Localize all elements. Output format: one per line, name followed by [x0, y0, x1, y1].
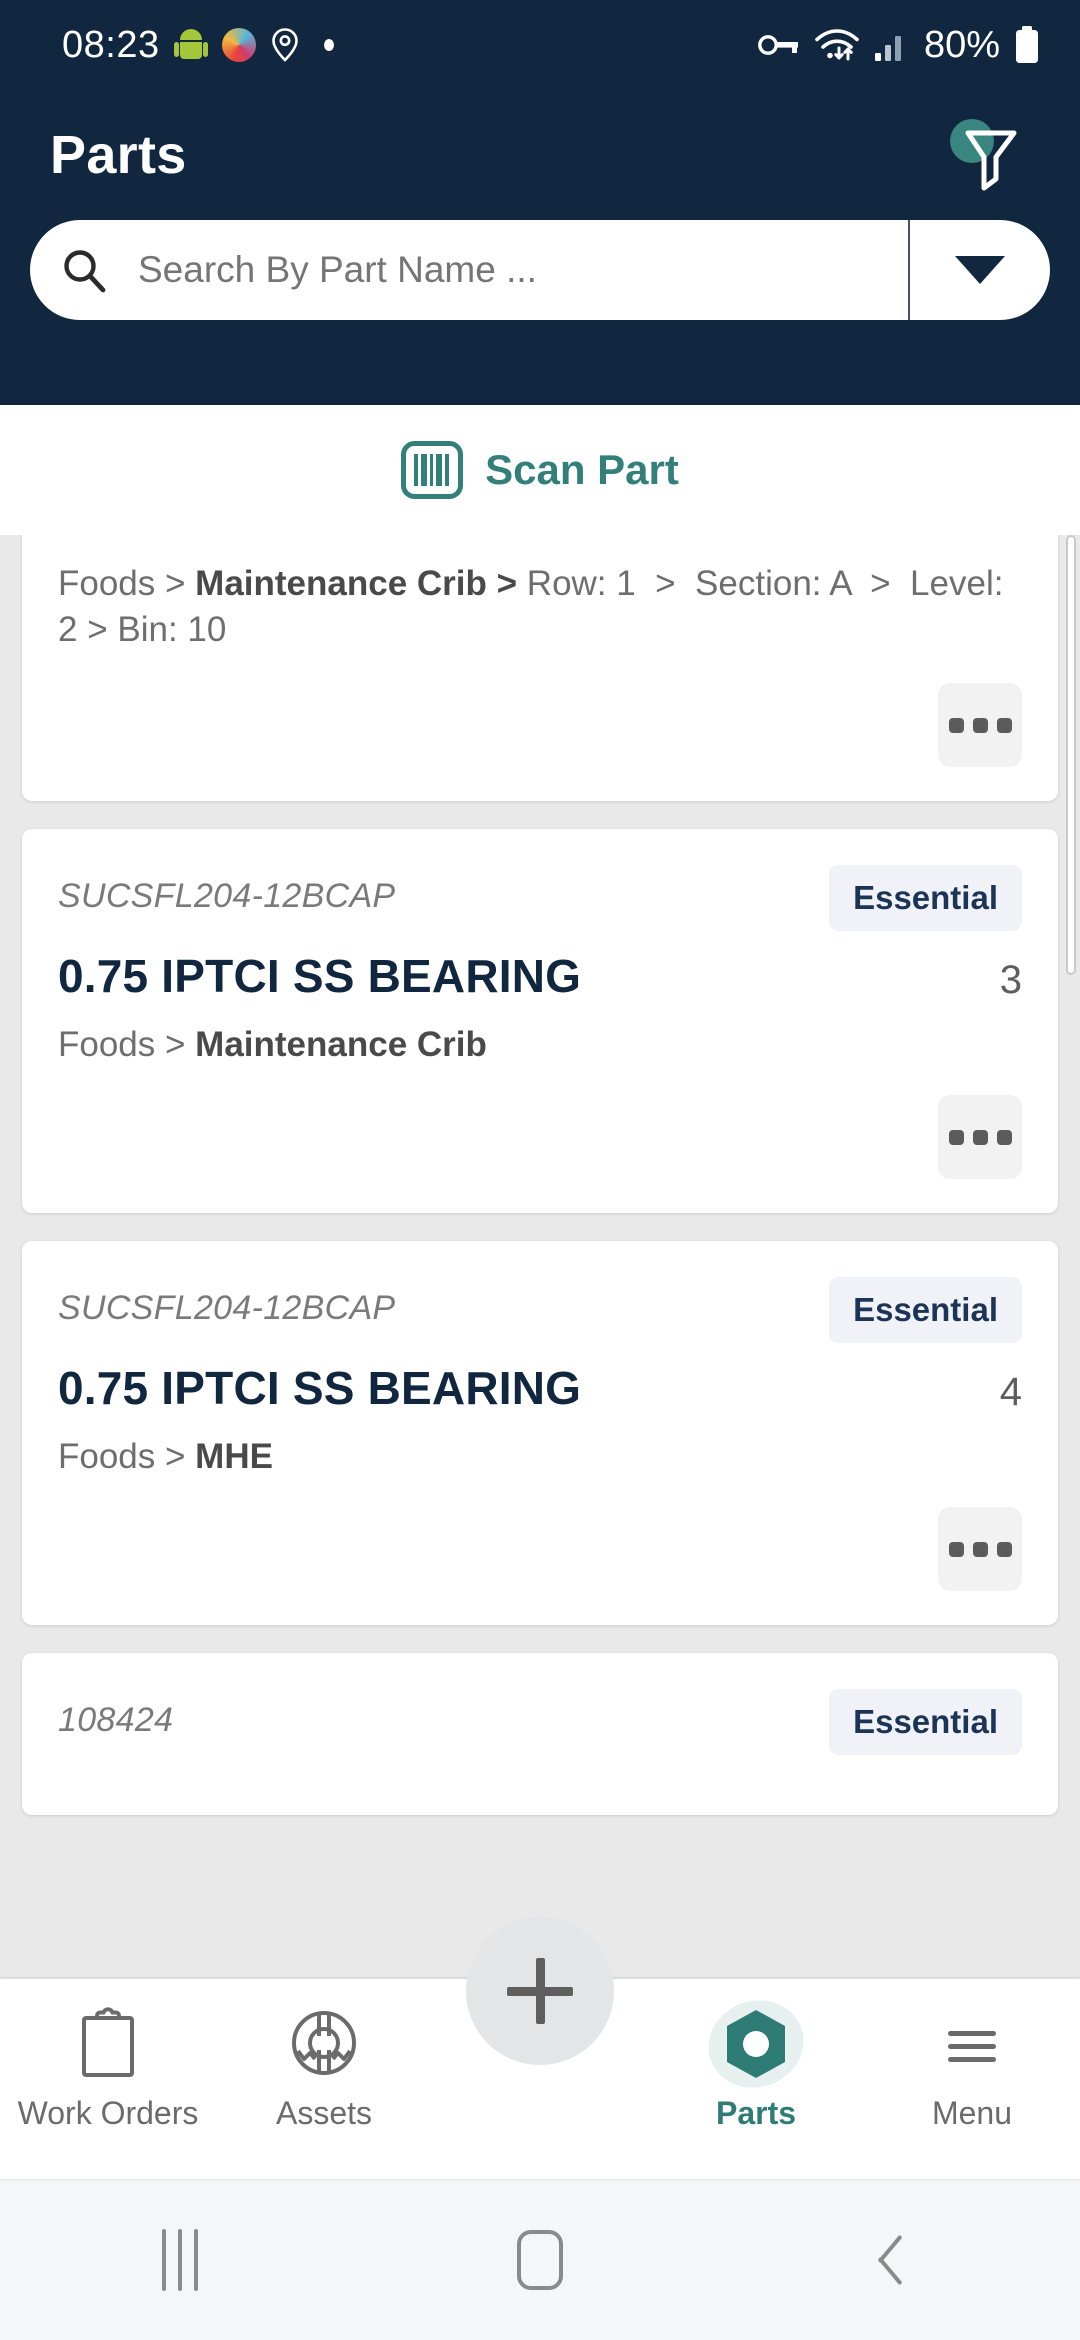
location-pin-icon [271, 28, 298, 62]
part-location-prefix: Foods > [58, 1025, 196, 1065]
part-card[interactable]: SUCSFL204-12BCAP Essential 0.75 IPTCI SS… [22, 1241, 1058, 1626]
android-system-navigation [0, 2179, 1080, 2340]
status-bar-clock: 08:23 [62, 23, 160, 66]
part-sku: 108424 [58, 1701, 174, 1740]
part-location-breadcrumb: Foods > Maintenance Crib > Row: 1 > Sect… [58, 564, 1004, 650]
chevron-down-icon [955, 256, 1005, 284]
battery-icon [1014, 26, 1040, 64]
part-sku: SUCSFL204-12BCAP [58, 877, 396, 916]
part-location-prefix: Foods > [58, 1437, 196, 1477]
part-location: Foods > MHE [58, 1437, 1022, 1477]
app-screen: 08:23 80% Parts Search By Part Name ... … [0, 0, 1080, 2340]
back-icon[interactable] [820, 2180, 980, 2340]
scan-part-button[interactable]: Scan Part [0, 405, 1080, 535]
part-location-bold: Maintenance Crib [195, 1025, 487, 1065]
nav-label: Work Orders [17, 2095, 199, 2131]
header-title-row: Parts [0, 90, 1080, 220]
battery-percent-label: 80% [923, 23, 1000, 66]
clipboard-icon [75, 2007, 141, 2081]
filter-button[interactable] [946, 117, 1032, 193]
part-quantity: 3 [999, 958, 1022, 1003]
nav-item-assets[interactable]: Assets [216, 1979, 432, 2132]
nav-item-parts[interactable]: Parts [648, 1979, 864, 2132]
recents-icon[interactable] [100, 2180, 260, 2340]
status-badge: Essential [829, 1277, 1022, 1344]
part-quantity: 4 [999, 1370, 1022, 1415]
more-horizontal-icon[interactable] [938, 1507, 1022, 1592]
status-bar-left: 08:23 [62, 24, 334, 67]
dot-icon [323, 39, 334, 51]
home-icon[interactable] [460, 2180, 620, 2340]
scan-part-label: Scan Part [485, 446, 679, 493]
more-horizontal-icon[interactable] [938, 1095, 1022, 1180]
hamburger-menu-icon [938, 2007, 1006, 2081]
search-icon [30, 247, 138, 293]
nav-label: Assets [275, 2095, 373, 2131]
android-robot-icon [173, 29, 208, 61]
nav-item-work-orders[interactable]: Work Orders [0, 1979, 216, 2132]
search-bar[interactable] [30, 220, 1050, 320]
status-badge: Essential [829, 865, 1022, 932]
add-button[interactable] [466, 1917, 614, 2065]
part-sku: SUCSFL204-12BCAP [58, 1289, 396, 1328]
part-name: 0.75 IPTCI SS BEARING [58, 1362, 582, 1415]
page-title: Parts [50, 125, 187, 185]
app-header: 08:23 80% Parts Search By Part Name ... [0, 0, 1080, 405]
parts-list[interactable]: Foods > Maintenance Crib > Row: 1 > Sect… [0, 535, 1080, 1979]
part-location-bold: MHE [195, 1437, 273, 1477]
part-card[interactable]: Foods > Maintenance Crib > Row: 1 > Sect… [22, 535, 1058, 802]
system-status-bar: 08:23 80% [0, 0, 1080, 90]
more-horizontal-icon[interactable] [938, 683, 1022, 768]
cellular-signal-icon [874, 29, 910, 61]
search-input[interactable] [138, 249, 908, 291]
nav-item-menu[interactable]: Menu [864, 1979, 1080, 2132]
search-divider [908, 220, 910, 320]
nav-label: Menu [931, 2095, 1013, 2131]
part-card[interactable]: SUCSFL204-12BCAP Essential 0.75 IPTCI SS… [22, 829, 1058, 1214]
filter-funnel-icon [946, 117, 1032, 193]
barcode-icon [401, 441, 464, 499]
nav-label: Parts [715, 2095, 797, 2131]
search-dropdown-button[interactable] [910, 256, 1050, 284]
asset-gear-icon [288, 2007, 360, 2081]
bottom-navigation: Work Orders Assets Parts Menu [0, 1917, 1080, 2179]
search-row [0, 220, 1080, 320]
hex-nut-icon [696, 1987, 816, 2101]
wifi-icon [814, 27, 860, 63]
part-name: 0.75 IPTCI SS BEARING [58, 950, 582, 1003]
status-bar-right: 80% [756, 24, 1040, 67]
vpn-key-icon [756, 29, 800, 61]
list-scrollbar[interactable] [1066, 535, 1076, 975]
status-badge: Essential [829, 1689, 1022, 1756]
part-card[interactable]: 108424 Essential [22, 1653, 1058, 1816]
part-location: Foods > Maintenance Crib [58, 1025, 1022, 1065]
chromatic-app-icon [221, 28, 256, 62]
